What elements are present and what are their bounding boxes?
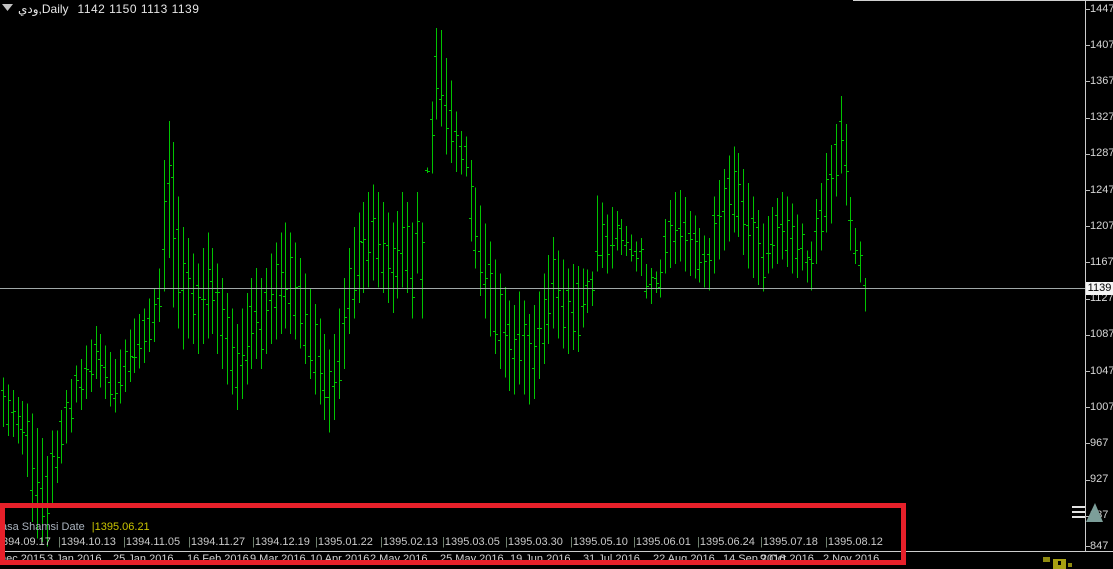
symbol-name: ودي (18, 2, 39, 16)
price-axis-label: 1247 (1090, 184, 1113, 197)
price-axis-label: 1087 (1090, 328, 1113, 341)
logo-fragment (1040, 554, 1080, 569)
triangle-down-icon[interactable] (2, 4, 16, 13)
price-axis-label: 1447 (1090, 3, 1113, 16)
chart-title: ودي,Daily 1142 1150 1113 1139 (18, 3, 199, 16)
symbol-period: ,Daily (39, 2, 69, 16)
price-axis-label: 1047 (1090, 365, 1113, 378)
triangle-up-icon (1086, 503, 1103, 522)
price-axis-label: 1207 (1090, 220, 1113, 233)
ohlc-values: 1142 1150 1113 1139 (78, 2, 200, 16)
price-axis-label: 927 (1090, 473, 1108, 486)
price-axis-label: 1007 (1090, 401, 1113, 414)
corner-widget[interactable] (1068, 500, 1108, 526)
ohlc-bars (1, 28, 868, 547)
grip-lines-icon[interactable] (1072, 506, 1085, 518)
price-axis-label: 1367 (1090, 75, 1113, 88)
price-axis-label: 1287 (1090, 147, 1113, 160)
price-axis-label: 847 (1090, 540, 1108, 553)
price-axis-label: 1327 (1090, 111, 1113, 124)
price-chart-canvas[interactable] (0, 0, 1113, 569)
current-price-badge: 1139 (1086, 282, 1113, 295)
price-axis-label: 1407 (1090, 39, 1113, 52)
annotation-rectangle (0, 503, 906, 565)
price-axis-label: 1167 (1090, 256, 1113, 269)
price-axis-label: 967 (1090, 437, 1108, 450)
mt4-chart-window: ودي,Daily1142 1150 1113 1139 1139 asa Sh… (0, 0, 1113, 569)
